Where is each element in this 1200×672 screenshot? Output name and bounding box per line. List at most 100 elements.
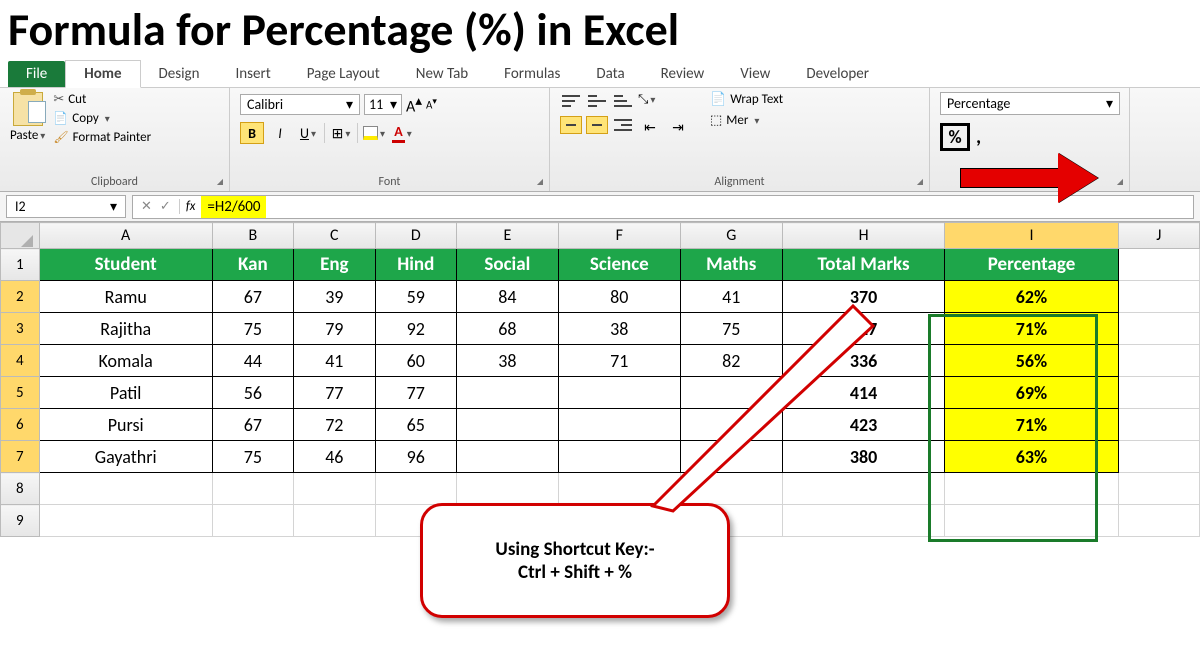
cell[interactable]: 82 [680, 345, 782, 377]
cell[interactable]: 77 [294, 377, 375, 409]
cell[interactable]: 68 [456, 313, 558, 345]
cell[interactable] [375, 473, 456, 505]
header-cell[interactable]: Student [39, 249, 212, 281]
cell[interactable] [212, 505, 293, 537]
orientation-button[interactable]: ⤡ [638, 92, 655, 110]
cell[interactable]: 75 [680, 313, 782, 345]
fx-icon[interactable]: fx [180, 199, 202, 214]
wrap-text-button[interactable]: 📄Wrap Text [710, 92, 783, 107]
tab-formulas[interactable]: Formulas [486, 61, 578, 87]
header-cell[interactable]: Maths [680, 249, 782, 281]
row-header[interactable]: 3 [1, 313, 40, 345]
grow-font-button[interactable]: A▴ [406, 92, 422, 116]
row-header[interactable]: 9 [1, 505, 40, 537]
cell[interactable]: 38 [558, 313, 680, 345]
number-format-select[interactable]: Percentage▾ [940, 92, 1120, 115]
copy-button[interactable]: Copy [53, 111, 151, 126]
column-header-G[interactable]: G [680, 223, 782, 249]
header-cell[interactable]: Social [456, 249, 558, 281]
cell[interactable]: 96 [375, 441, 456, 473]
cell[interactable]: 69% [945, 377, 1118, 409]
cell[interactable] [1118, 409, 1200, 441]
cell[interactable]: Rajitha [39, 313, 212, 345]
cell[interactable]: 79 [294, 313, 375, 345]
cell[interactable]: 41 [294, 345, 375, 377]
align-left-button[interactable] [560, 116, 582, 134]
tab-design[interactable]: Design [141, 61, 218, 87]
align-bottom-button[interactable] [612, 92, 634, 110]
header-cell[interactable]: Kan [212, 249, 293, 281]
column-header-D[interactable]: D [375, 223, 456, 249]
cell[interactable] [945, 505, 1118, 537]
align-top-button[interactable] [560, 92, 582, 110]
row-header[interactable]: 1 [1, 249, 40, 281]
cancel-formula-icon[interactable]: ✕ [141, 199, 152, 214]
cell[interactable]: 60 [375, 345, 456, 377]
tab-insert[interactable]: Insert [217, 61, 288, 87]
row-header[interactable]: 5 [1, 377, 40, 409]
cell[interactable]: 84 [456, 281, 558, 313]
cell[interactable] [1118, 505, 1200, 537]
cell[interactable]: 77 [375, 377, 456, 409]
font-color-button[interactable]: A [390, 122, 414, 144]
row-header[interactable]: 2 [1, 281, 40, 313]
cell[interactable]: 71% [945, 409, 1118, 441]
tab-pagelayout[interactable]: Page Layout [289, 61, 398, 87]
column-header-F[interactable]: F [558, 223, 680, 249]
column-header-J[interactable]: J [1118, 223, 1200, 249]
cell[interactable] [1118, 473, 1200, 505]
cut-button[interactable]: Cut [53, 92, 151, 107]
tab-view[interactable]: View [722, 61, 788, 87]
cell[interactable] [294, 473, 375, 505]
cell[interactable]: 56 [212, 377, 293, 409]
cell[interactable]: 71 [558, 345, 680, 377]
cell[interactable]: Komala [39, 345, 212, 377]
formula-input[interactable]: =H2/600 [201, 196, 266, 218]
row-header[interactable]: 7 [1, 441, 40, 473]
merge-button[interactable]: ⬚Mer [710, 113, 783, 128]
cell[interactable]: 75 [212, 313, 293, 345]
header-cell[interactable]: Hind [375, 249, 456, 281]
cell[interactable] [39, 473, 212, 505]
decrease-indent-button[interactable]: ⇤ [638, 116, 662, 138]
cell[interactable]: 63% [945, 441, 1118, 473]
underline-button[interactable]: U [296, 122, 320, 144]
cell[interactable]: 38 [456, 345, 558, 377]
cell[interactable] [456, 377, 558, 409]
cell[interactable] [456, 473, 558, 505]
header-cell[interactable]: Total Marks [782, 249, 945, 281]
shrink-font-button[interactable]: A▾ [426, 96, 437, 112]
column-header-E[interactable]: E [456, 223, 558, 249]
cell[interactable]: 39 [294, 281, 375, 313]
cell[interactable]: Patil [39, 377, 212, 409]
tab-newtab[interactable]: New Tab [398, 61, 486, 87]
align-right-button[interactable] [612, 116, 634, 134]
cell[interactable]: 72 [294, 409, 375, 441]
header-cell[interactable]: Percentage [945, 249, 1118, 281]
cell[interactable] [1118, 377, 1200, 409]
cell[interactable] [1118, 441, 1200, 473]
percent-style-button[interactable]: % [940, 123, 970, 151]
cell[interactable]: 56% [945, 345, 1118, 377]
cell[interactable]: 370 [782, 281, 945, 313]
cell[interactable] [1118, 281, 1200, 313]
cell[interactable]: 59 [375, 281, 456, 313]
cell[interactable] [456, 409, 558, 441]
increase-indent-button[interactable]: ⇥ [666, 116, 690, 138]
cell[interactable] [1118, 313, 1200, 345]
cell[interactable]: 92 [375, 313, 456, 345]
cell[interactable] [39, 505, 212, 537]
font-size-select[interactable]: 11▾ [364, 94, 402, 115]
column-header-B[interactable]: B [212, 223, 293, 249]
row-header[interactable]: 8 [1, 473, 40, 505]
cell[interactable]: 41 [680, 281, 782, 313]
cell[interactable]: 67 [212, 281, 293, 313]
column-header-A[interactable]: A [39, 223, 212, 249]
cell[interactable] [212, 473, 293, 505]
cell[interactable]: 71% [945, 313, 1118, 345]
tab-review[interactable]: Review [643, 61, 723, 87]
tab-file[interactable]: File [8, 61, 65, 87]
font-name-select[interactable]: Calibri▾ [240, 94, 360, 115]
header-cell[interactable]: Eng [294, 249, 375, 281]
tab-data[interactable]: Data [578, 61, 642, 87]
